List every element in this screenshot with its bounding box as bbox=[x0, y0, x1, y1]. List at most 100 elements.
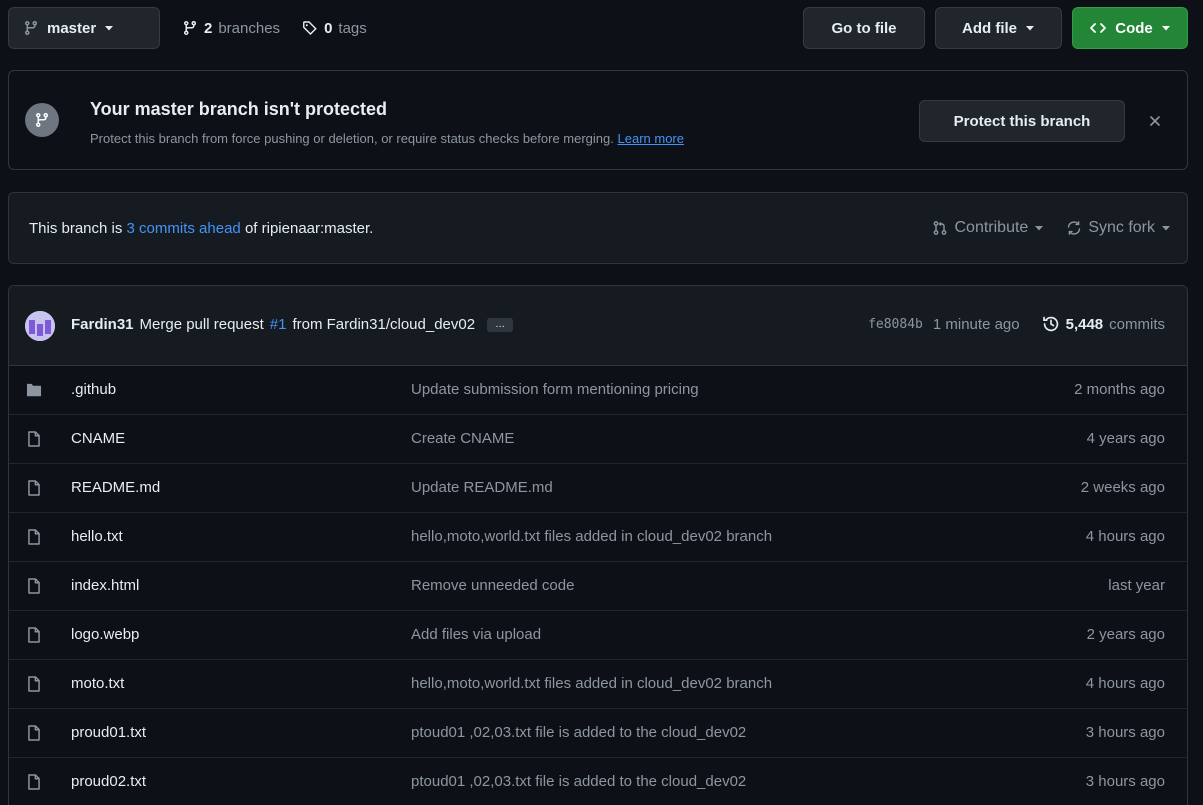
banner-description-text: Protect this branch from force pushing o… bbox=[90, 131, 614, 146]
file-icon bbox=[25, 528, 43, 546]
file-icon bbox=[25, 626, 43, 644]
file-commit-message[interactable]: Create CNAME bbox=[411, 430, 514, 447]
commit-time: 1 minute ago bbox=[932, 315, 1020, 333]
add-file-button[interactable]: Add file bbox=[935, 7, 1062, 49]
commit-message: Fardin31 Merge pull request #1 from Fard… bbox=[71, 316, 514, 333]
repo-toolbar: master 2 branches 0 tags Go to file Add … bbox=[8, 7, 1188, 49]
close-icon[interactable] bbox=[1147, 113, 1163, 129]
caret-down-icon bbox=[1161, 223, 1171, 233]
file-commit-message[interactable]: hello,moto,world.txt files added in clou… bbox=[411, 675, 772, 692]
file-commit-time: 3 hours ago bbox=[1085, 724, 1165, 741]
caret-down-icon bbox=[1161, 23, 1171, 33]
file-commit-message[interactable]: Remove unneeded code bbox=[411, 577, 574, 594]
protect-branch-button[interactable]: Protect this branch bbox=[919, 100, 1125, 142]
latest-commit-header: Fardin31 Merge pull request #1 from Fard… bbox=[9, 286, 1187, 366]
file-commit-time: 4 years ago bbox=[1086, 430, 1165, 447]
contribute-button[interactable]: Contribute bbox=[932, 219, 1044, 237]
table-row[interactable]: README.md Update README.md 2 weeks ago bbox=[9, 464, 1187, 513]
history-icon bbox=[1042, 315, 1060, 333]
file-commit-message[interactable]: Add files via upload bbox=[411, 626, 541, 643]
commit-meta: fe8084b 1 minute ago 5,448 commits bbox=[868, 315, 1165, 333]
file-icon bbox=[25, 430, 43, 448]
tags-link[interactable]: 0 tags bbox=[302, 20, 367, 37]
sync-icon bbox=[1066, 220, 1082, 236]
commit-count: 5,448 bbox=[1065, 315, 1104, 333]
commit-author[interactable]: Fardin31 bbox=[71, 316, 134, 333]
table-row[interactable]: logo.webp Add files via upload 2 years a… bbox=[9, 611, 1187, 660]
table-row[interactable]: proud02.txt ptoud01 ,02,03.txt file is a… bbox=[9, 758, 1187, 805]
sync-fork-label: Sync fork bbox=[1088, 219, 1155, 236]
avatar[interactable] bbox=[25, 311, 55, 341]
table-row[interactable]: moto.txt hello,moto,world.txt files adde… bbox=[9, 660, 1187, 709]
file-commit-message[interactable]: ptoud01 ,02,03.txt file is added to the … bbox=[411, 773, 746, 790]
file-commit-time: 2 weeks ago bbox=[1080, 479, 1165, 496]
file-commit-time: 2 months ago bbox=[1074, 381, 1165, 398]
go-to-file-button[interactable]: Go to file bbox=[803, 7, 925, 49]
add-file-label: Add file bbox=[962, 19, 1017, 37]
table-row[interactable]: CNAME Create CNAME 4 years ago bbox=[9, 415, 1187, 464]
file-name[interactable]: proud02.txt bbox=[71, 773, 146, 790]
fork-status-suffix: of ripienaar:master. bbox=[244, 220, 374, 237]
commit-sha[interactable]: fe8084b bbox=[868, 317, 923, 332]
git-branch-icon bbox=[25, 103, 59, 137]
caret-down-icon bbox=[1025, 23, 1035, 33]
file-commit-time: 2 years ago bbox=[1086, 626, 1165, 643]
file-rows: .github Update submission form mentionin… bbox=[9, 366, 1187, 805]
tags-count: 0 bbox=[324, 19, 333, 37]
banner-description: Protect this branch from force pushing o… bbox=[90, 131, 684, 146]
file-icon bbox=[25, 773, 43, 791]
fork-status-bar: This branch is 3 commits ahead of ripien… bbox=[8, 192, 1188, 264]
file-commit-message[interactable]: Update README.md bbox=[411, 479, 553, 496]
git-branch-icon bbox=[182, 20, 198, 36]
file-commit-time: 4 hours ago bbox=[1085, 675, 1165, 692]
branch-name: master bbox=[47, 19, 97, 37]
sync-fork-button[interactable]: Sync fork bbox=[1066, 219, 1171, 237]
file-icon bbox=[25, 724, 43, 742]
branches-label: branches bbox=[218, 19, 281, 37]
branches-link[interactable]: 2 branches bbox=[182, 20, 280, 37]
code-label: Code bbox=[1115, 19, 1153, 37]
file-name[interactable]: CNAME bbox=[71, 430, 125, 447]
code-icon bbox=[1089, 20, 1107, 36]
commit-message-prefix: Merge pull request bbox=[139, 316, 264, 333]
pull-request-icon bbox=[932, 220, 948, 236]
file-name[interactable]: proud01.txt bbox=[71, 724, 146, 741]
file-name[interactable]: logo.webp bbox=[71, 626, 139, 643]
file-icon bbox=[25, 675, 43, 693]
tags-label: tags bbox=[338, 19, 367, 37]
tag-icon bbox=[302, 20, 318, 36]
fork-status-text: This branch is 3 commits ahead of ripien… bbox=[29, 220, 373, 237]
table-row[interactable]: proud01.txt ptoud01 ,02,03.txt file is a… bbox=[9, 709, 1187, 758]
file-commit-time: last year bbox=[1108, 577, 1165, 594]
learn-more-link[interactable]: Learn more bbox=[618, 131, 684, 146]
git-branch-icon bbox=[23, 20, 39, 36]
file-name[interactable]: README.md bbox=[71, 479, 160, 496]
fork-actions: Contribute Sync fork bbox=[932, 219, 1171, 237]
branches-count: 2 bbox=[204, 19, 213, 37]
commits-ahead-link[interactable]: 3 commits ahead bbox=[127, 220, 241, 237]
file-commit-message[interactable]: ptoud01 ,02,03.txt file is added to the … bbox=[411, 724, 746, 741]
pull-request-link[interactable]: #1 bbox=[270, 316, 287, 333]
folder-icon bbox=[25, 381, 43, 399]
table-row[interactable]: .github Update submission form mentionin… bbox=[9, 366, 1187, 415]
file-icon bbox=[25, 479, 43, 497]
file-name[interactable]: .github bbox=[71, 381, 116, 398]
fork-status-prefix: This branch is bbox=[29, 220, 123, 237]
commit-count-label: commits bbox=[1109, 315, 1165, 333]
banner-title: Your master branch isn't protected bbox=[90, 99, 388, 119]
table-row[interactable]: hello.txt hello,moto,world.txt files add… bbox=[9, 513, 1187, 562]
expand-commit-button[interactable]: … bbox=[487, 317, 514, 332]
file-list: Fardin31 Merge pull request #1 from Fard… bbox=[8, 285, 1188, 805]
file-name[interactable]: index.html bbox=[71, 577, 139, 594]
table-row[interactable]: index.html Remove unneeded code last yea… bbox=[9, 562, 1187, 611]
branch-select-button[interactable]: master bbox=[8, 7, 160, 49]
file-commit-message[interactable]: hello,moto,world.txt files added in clou… bbox=[411, 528, 772, 545]
code-button[interactable]: Code bbox=[1072, 7, 1188, 49]
file-name[interactable]: hello.txt bbox=[71, 528, 123, 545]
commit-message-suffix: from Fardin31/cloud_dev02 bbox=[292, 316, 476, 333]
file-commit-time: 3 hours ago bbox=[1085, 773, 1165, 790]
file-commit-message[interactable]: Update submission form mentioning pricin… bbox=[411, 381, 699, 398]
file-name[interactable]: moto.txt bbox=[71, 675, 124, 692]
file-icon bbox=[25, 577, 43, 595]
commits-history-link[interactable]: 5,448 commits bbox=[1042, 315, 1165, 333]
